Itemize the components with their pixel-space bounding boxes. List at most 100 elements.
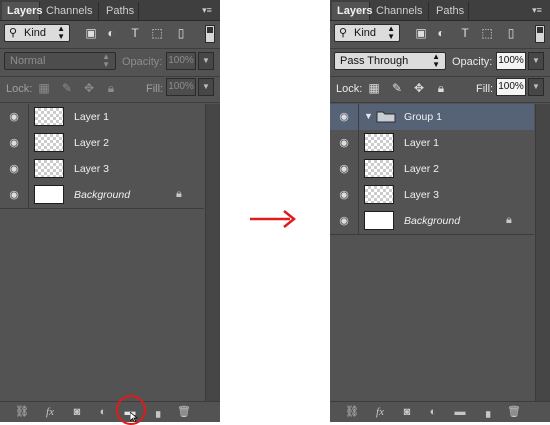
lock-transparent-pixels-icon[interactable]: ▦ <box>37 81 51 95</box>
filter-shape-icon[interactable]: ⬚ <box>480 26 494 40</box>
panel-menu-icon[interactable]: ▾≡ <box>200 5 214 15</box>
layer-name: Background <box>74 189 131 201</box>
filter-toggle-switch[interactable] <box>535 25 545 43</box>
link-layers-icon[interactable]: ⛓ <box>14 405 30 419</box>
filter-pixel-icon[interactable]: ▣ <box>84 26 98 40</box>
layer-mask-icon[interactable]: ◙ <box>399 405 415 419</box>
blend-row: Normal ▲ ▼ Opacity: 100% ▼ <box>0 49 220 75</box>
opacity-slider-button[interactable]: ▼ <box>528 52 544 70</box>
filter-adjustment-icon[interactable]: ◐ <box>104 26 118 40</box>
layer-row-layer-3[interactable]: ◉ Layer 3 <box>0 156 204 183</box>
fill-label: Fill: <box>146 83 164 95</box>
search-icon: ⚲ <box>339 27 348 39</box>
eye-icon[interactable]: ◉ <box>6 188 22 202</box>
lock-image-pixels-icon[interactable]: ✎ <box>60 81 74 95</box>
layer-row-background[interactable]: ◉ Background 🔒︎ <box>0 182 204 209</box>
scrollbar[interactable] <box>205 104 220 402</box>
new-layer-icon[interactable]: ▗ <box>148 405 164 419</box>
lock-position-icon[interactable]: ✥ <box>82 81 96 95</box>
mouse-cursor-icon <box>130 412 138 422</box>
layers-panel-before: Layers Channels Paths ▾≡ ⚲ Kind ▲ ▼ ▣ ◐ T… <box>0 0 220 422</box>
layer-thumbnail <box>364 133 394 152</box>
layer-thumbnail <box>34 133 64 152</box>
layer-row-background[interactable]: ◉ Background 🔒︎ <box>330 208 534 235</box>
panel-menu-icon[interactable]: ▾≡ <box>530 5 544 15</box>
layer-name: Background <box>404 215 461 227</box>
lock-row: Lock: ▦ ✎ ✥ 🔒︎ Fill: 100% ▼ <box>0 77 220 101</box>
layer-name: Layer 3 <box>74 163 110 175</box>
layer-row-layer-3[interactable]: ◉ Layer 3 <box>330 182 534 209</box>
filter-type-icon[interactable]: T <box>128 26 142 40</box>
scrollbar[interactable] <box>535 104 550 402</box>
fill-slider-button[interactable]: ▼ <box>198 78 214 96</box>
blend-row: Pass Through ▲ ▼ Opacity: 100% ▼ <box>330 49 550 75</box>
trash-icon[interactable]: 🗑︎ <box>506 405 522 419</box>
layer-name: Layer 2 <box>74 137 110 149</box>
adjustment-layer-icon[interactable]: ◐ <box>95 405 111 419</box>
tab-layers[interactable]: Layers <box>2 2 42 20</box>
trash-icon[interactable]: 🗑︎ <box>176 405 192 419</box>
fx-icon[interactable]: fx <box>42 405 58 419</box>
lock-row: Lock: ▦ ✎ ✥ 🔒︎ Fill: 100% ▼ <box>330 77 550 101</box>
filter-row: ⚲ Kind ▲ ▼ ▣ ◐ T ⬚ ▯ <box>330 21 550 47</box>
filter-kind-dropdown[interactable]: ⚲ Kind ▲ ▼ <box>4 24 70 42</box>
blend-mode-dropdown[interactable]: Normal ▲ ▼ <box>4 52 116 70</box>
eye-icon[interactable]: ◉ <box>336 110 352 124</box>
link-layers-icon[interactable]: ⛓ <box>344 405 360 419</box>
filter-pixel-icon[interactable]: ▣ <box>414 26 428 40</box>
opacity-field[interactable]: 100% <box>166 52 196 70</box>
tab-paths[interactable]: Paths <box>101 2 139 20</box>
tab-paths[interactable]: Paths <box>431 2 469 20</box>
lock-label: Lock: <box>336 83 363 95</box>
expand-triangle-icon[interactable]: ▼ <box>364 111 373 121</box>
filter-toggle-switch[interactable] <box>205 25 215 43</box>
opacity-field[interactable]: 100% <box>496 52 526 70</box>
opacity-slider-button[interactable]: ▼ <box>198 52 214 70</box>
layer-mask-icon[interactable]: ◙ <box>69 405 85 419</box>
eye-icon[interactable]: ◉ <box>6 162 22 176</box>
panel-tab-bar: Layers Channels Paths ▾≡ <box>0 0 220 21</box>
fill-field[interactable]: 100% <box>166 78 196 96</box>
lock-label: Lock: <box>6 83 33 95</box>
fill-label: Fill: <box>476 83 494 95</box>
layer-row-layer-1[interactable]: ◉ Layer 1 <box>330 130 534 157</box>
eye-icon[interactable]: ◉ <box>336 214 352 228</box>
lock-position-icon[interactable]: ✥ <box>412 81 426 95</box>
tab-channels[interactable]: Channels <box>371 2 429 20</box>
arrow-right-icon <box>250 210 297 228</box>
folder-icon <box>376 111 396 123</box>
blend-mode-dropdown[interactable]: Pass Through ▲ ▼ <box>334 52 446 70</box>
tab-layers[interactable]: Layers <box>332 2 372 20</box>
layer-thumbnail <box>364 159 394 178</box>
lock-all-icon[interactable]: 🔒︎ <box>434 81 448 95</box>
layer-thumbnail <box>34 159 64 178</box>
filter-smart-object-icon[interactable]: ▯ <box>174 26 188 40</box>
lock-image-pixels-icon[interactable]: ✎ <box>390 81 404 95</box>
eye-icon[interactable]: ◉ <box>336 136 352 150</box>
fill-slider-button[interactable]: ▼ <box>528 78 544 96</box>
new-layer-icon[interactable]: ▗ <box>478 405 494 419</box>
filter-shape-icon[interactable]: ⬚ <box>150 26 164 40</box>
lock-icon: 🔒︎ <box>176 188 182 200</box>
eye-icon[interactable]: ◉ <box>6 136 22 150</box>
new-group-icon[interactable]: ▬ <box>452 405 468 419</box>
lock-transparent-pixels-icon[interactable]: ▦ <box>367 81 381 95</box>
fill-field[interactable]: 100% <box>496 78 526 96</box>
filter-smart-object-icon[interactable]: ▯ <box>504 26 518 40</box>
filter-type-icon[interactable]: T <box>458 26 472 40</box>
eye-icon[interactable]: ◉ <box>336 188 352 202</box>
eye-icon[interactable]: ◉ <box>336 162 352 176</box>
filter-adjustment-icon[interactable]: ◐ <box>434 26 448 40</box>
opacity-label: Opacity: <box>452 56 493 68</box>
tab-channels[interactable]: Channels <box>41 2 99 20</box>
filter-kind-dropdown[interactable]: ⚲ Kind ▲ ▼ <box>334 24 400 42</box>
eye-icon[interactable]: ◉ <box>6 110 22 124</box>
layer-row-group-1[interactable]: ◉ ▼ Group 1 <box>330 104 534 131</box>
layer-row-layer-1[interactable]: ◉ Layer 1 <box>0 104 204 131</box>
fx-icon[interactable]: fx <box>372 405 388 419</box>
lock-all-icon[interactable]: 🔒︎ <box>104 81 118 95</box>
layer-row-layer-2[interactable]: ◉ Layer 2 <box>0 130 204 157</box>
layer-name: Layer 1 <box>74 111 110 123</box>
layer-row-layer-2[interactable]: ◉ Layer 2 <box>330 156 534 183</box>
adjustment-layer-icon[interactable]: ◐ <box>425 405 441 419</box>
